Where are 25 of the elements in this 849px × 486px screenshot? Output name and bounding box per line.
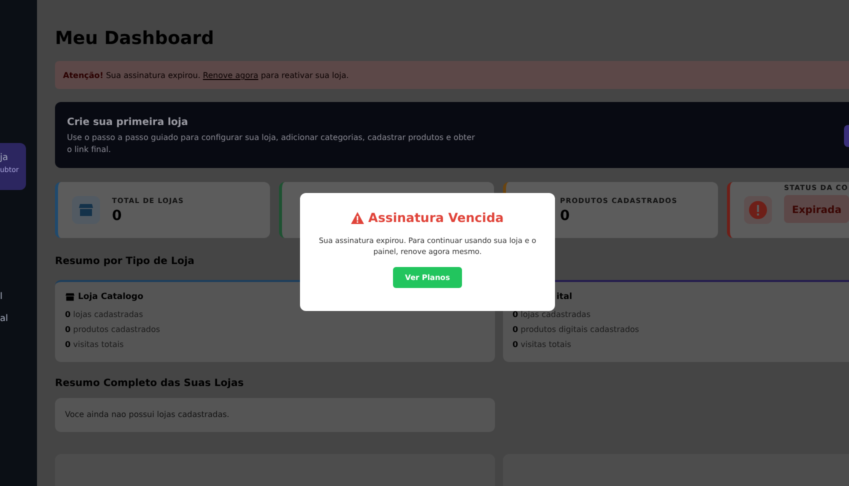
stat-value: Expirada [784, 195, 849, 223]
stat-line: 0 lojas cadastradas [65, 309, 144, 321]
stat-line: 0 produtos digitais cadastrados [512, 324, 640, 336]
stat-line: 0 visitas totais [512, 339, 572, 351]
modal-title: Assinatura Vencida [368, 210, 504, 225]
page-title: Meu Dashboard [55, 28, 214, 49]
banner-title: Crie sua primeira loja [67, 117, 190, 128]
stat-value: 0 [560, 208, 571, 224]
banner-description: Use o passo a passo guiado para configurar sua loja, adicionar categorias, cadastrar produtos e obter o link final. [67, 132, 476, 155]
warning-icon [351, 212, 364, 224]
stat-line: 0 produtos cadastrados [65, 324, 162, 336]
stat-line: 0 lojas cadastradas [512, 309, 592, 321]
sidebar-item[interactable]: al [0, 308, 26, 330]
stat-line: 0 visitas totais [65, 339, 125, 351]
section-title: Resumo Completo das Suas Lojas [55, 378, 244, 390]
card-title: ital [556, 292, 572, 302]
sidebar-item[interactable]: l [0, 286, 26, 308]
alert-message: Atenção! Sua assinatura expirou. Renove agora para reativar sua loja. [55, 61, 849, 89]
store-icon [78, 202, 94, 218]
alert-icon [749, 201, 767, 219]
stat-value: 0 [112, 208, 123, 224]
store-icon [65, 292, 75, 302]
card-title: Loja Catalogo [78, 292, 144, 302]
empty-message: Voce ainda nao possui lojas cadastradas. [55, 398, 495, 432]
section-title: Resumo por Tipo de Loja [55, 256, 194, 268]
